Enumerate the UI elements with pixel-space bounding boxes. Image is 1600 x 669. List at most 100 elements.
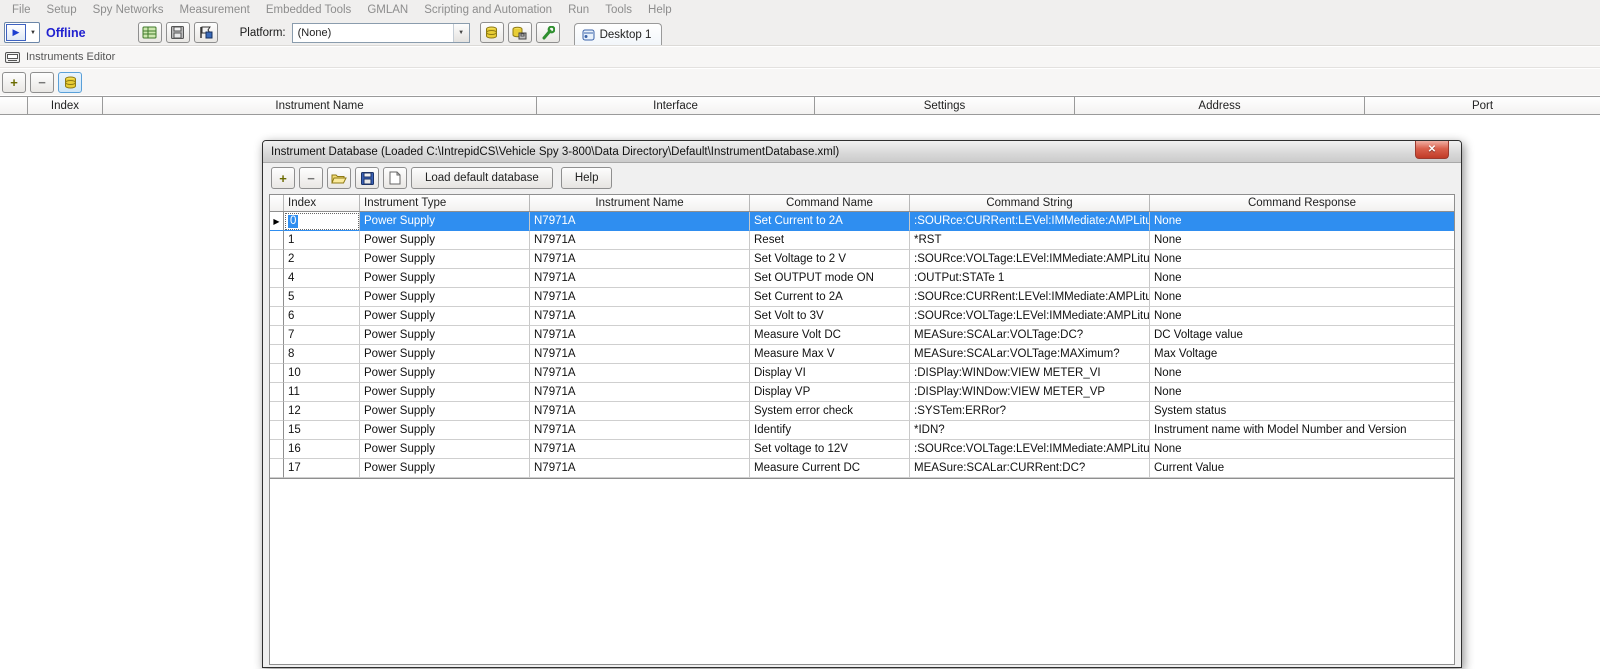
table-row[interactable]: ▶0Power SupplyN7971ASet Current to 2A:SO… xyxy=(270,212,1454,231)
options-button[interactable] xyxy=(536,22,560,43)
table-cell[interactable]: None xyxy=(1150,288,1454,307)
table-cell[interactable]: Set voltage to 12V xyxy=(750,440,910,459)
table-cell[interactable]: :DISPlay:WINDow:VIEW METER_VI xyxy=(910,364,1150,383)
table-cell[interactable]: N7971A xyxy=(530,307,750,326)
table-cell[interactable]: None xyxy=(1150,250,1454,269)
table-cell[interactable]: Set Current to 2A xyxy=(750,212,910,231)
table-cell[interactable]: Power Supply xyxy=(360,231,530,250)
table-row[interactable]: 4Power SupplyN7971ASet OUTPUT mode ON:OU… xyxy=(270,269,1454,288)
table-cell[interactable]: :DISPlay:WINDow:VIEW METER_VP xyxy=(910,383,1150,402)
table-cell[interactable]: Power Supply xyxy=(360,212,530,231)
header-command-string[interactable]: Command String xyxy=(910,195,1150,211)
table-row[interactable]: 7Power SupplyN7971AMeasure Volt DCMEASur… xyxy=(270,326,1454,345)
table-cell[interactable]: 8 xyxy=(284,345,360,364)
menu-setup[interactable]: Setup xyxy=(39,4,85,16)
table-cell[interactable]: DC Voltage value xyxy=(1150,326,1454,345)
close-button[interactable]: ✕ xyxy=(1415,141,1449,159)
table-cell[interactable]: N7971A xyxy=(530,440,750,459)
table-cell[interactable]: None xyxy=(1150,307,1454,326)
table-row[interactable]: 11Power SupplyN7971ADisplay VP:DISPlay:W… xyxy=(270,383,1454,402)
header-instrument-name[interactable]: Instrument Name xyxy=(103,97,537,114)
table-cell[interactable]: Power Supply xyxy=(360,364,530,383)
table-row[interactable]: 2Power SupplyN7971ASet Voltage to 2 V:SO… xyxy=(270,250,1454,269)
report-button[interactable] xyxy=(194,22,218,43)
table-cell[interactable]: Current Value xyxy=(1150,459,1454,478)
database-button[interactable] xyxy=(480,22,504,43)
table-cell[interactable]: :SYSTem:ERRor? xyxy=(910,402,1150,421)
table-cell[interactable]: Power Supply xyxy=(360,250,530,269)
table-cell[interactable]: 12 xyxy=(284,402,360,421)
table-cell[interactable]: Display VI xyxy=(750,364,910,383)
table-cell[interactable]: MEASure:SCALar:VOLTage:MAXimum? xyxy=(910,345,1150,364)
table-cell[interactable]: Measure Current DC xyxy=(750,459,910,478)
table-cell[interactable]: 7 xyxy=(284,326,360,345)
load-default-database-button[interactable]: Load default database xyxy=(411,167,553,189)
table-cell[interactable]: Set Voltage to 2 V xyxy=(750,250,910,269)
table-cell[interactable]: Max Voltage xyxy=(1150,345,1454,364)
table-cell[interactable]: N7971A xyxy=(530,459,750,478)
instrument-database-button[interactable] xyxy=(58,72,82,93)
table-cell[interactable]: 15 xyxy=(284,421,360,440)
table-cell[interactable]: None xyxy=(1150,364,1454,383)
table-cell[interactable]: 1 xyxy=(284,231,360,250)
table-row[interactable]: 10Power SupplyN7971ADisplay VI:DISPlay:W… xyxy=(270,364,1454,383)
table-cell[interactable]: Power Supply xyxy=(360,383,530,402)
table-cell[interactable]: MEASure:SCALar:VOLTage:DC? xyxy=(910,326,1150,345)
dropdown-caret-icon[interactable]: ▼ xyxy=(27,23,39,42)
table-cell[interactable]: N7971A xyxy=(530,364,750,383)
table-cell[interactable]: N7971A xyxy=(530,269,750,288)
menu-file[interactable]: File xyxy=(4,4,39,16)
table-row[interactable]: 16Power SupplyN7971ASet voltage to 12V:S… xyxy=(270,440,1454,459)
table-cell[interactable]: 17 xyxy=(284,459,360,478)
table-row[interactable]: 6Power SupplyN7971ASet Volt to 3V:SOURce… xyxy=(270,307,1454,326)
table-cell[interactable]: Power Supply xyxy=(360,269,530,288)
table-cell[interactable]: Instrument name with Model Number and Ve… xyxy=(1150,421,1454,440)
menu-scripting-automation[interactable]: Scripting and Automation xyxy=(416,4,560,16)
table-cell[interactable]: :SOURce:VOLTage:LEVel:IMMediate:AMPLitu xyxy=(910,250,1150,269)
menu-embedded-tools[interactable]: Embedded Tools xyxy=(258,4,359,16)
save-database-button[interactable] xyxy=(355,167,379,189)
table-cell[interactable]: Measure Volt DC xyxy=(750,326,910,345)
table-cell[interactable]: N7971A xyxy=(530,402,750,421)
menu-spy-networks[interactable]: Spy Networks xyxy=(85,4,172,16)
table-cell[interactable]: N7971A xyxy=(530,288,750,307)
table-cell[interactable]: Display VP xyxy=(750,383,910,402)
table-cell[interactable]: 16 xyxy=(284,440,360,459)
table-cell[interactable]: System error check xyxy=(750,402,910,421)
table-cell[interactable]: Power Supply xyxy=(360,307,530,326)
table-cell[interactable]: :SOURce:VOLTage:LEVel:IMMediate:AMPLitu xyxy=(910,440,1150,459)
table-cell[interactable]: N7971A xyxy=(530,383,750,402)
header-settings[interactable]: Settings xyxy=(815,97,1075,114)
database-save-button[interactable] xyxy=(508,22,532,43)
header-instrument-type[interactable]: Instrument Type xyxy=(360,195,530,211)
remove-command-button[interactable]: − xyxy=(299,167,323,189)
table-cell[interactable]: N7971A xyxy=(530,421,750,440)
table-cell[interactable]: 2 xyxy=(284,250,360,269)
table-cell[interactable]: Measure Max V xyxy=(750,345,910,364)
header-port[interactable]: Port xyxy=(1365,97,1600,114)
table-cell[interactable]: *RST xyxy=(910,231,1150,250)
tab-desktop-1[interactable]: Desktop 1 xyxy=(574,23,663,45)
table-cell[interactable]: N7971A xyxy=(530,345,750,364)
header-command-response[interactable]: Command Response xyxy=(1150,195,1454,211)
help-button[interactable]: Help xyxy=(561,167,613,189)
table-cell[interactable]: 0 xyxy=(284,212,360,231)
table-cell[interactable]: Power Supply xyxy=(360,421,530,440)
header-command-name[interactable]: Command Name xyxy=(750,195,910,211)
menu-help[interactable]: Help xyxy=(640,4,680,16)
add-button[interactable]: + xyxy=(2,72,26,93)
table-cell[interactable]: N7971A xyxy=(530,326,750,345)
table-cell[interactable]: :SOURce:CURRent:LEVel:IMMediate:AMPLitu xyxy=(910,288,1150,307)
table-cell[interactable]: 10 xyxy=(284,364,360,383)
table-cell[interactable]: System status xyxy=(1150,402,1454,421)
platform-select[interactable]: (None) ▼ xyxy=(292,23,470,43)
dialog-titlebar[interactable]: Instrument Database (Loaded C:\IntrepidC… xyxy=(263,141,1461,163)
table-cell[interactable]: None xyxy=(1150,212,1454,231)
remove-button[interactable]: − xyxy=(30,72,54,93)
table-cell[interactable]: Set Volt to 3V xyxy=(750,307,910,326)
table-cell[interactable]: Set OUTPUT mode ON xyxy=(750,269,910,288)
table-cell[interactable]: None xyxy=(1150,269,1454,288)
table-cell[interactable]: N7971A xyxy=(530,231,750,250)
table-cell[interactable]: :SOURce:CURRent:LEVel:IMMediate:AMPLitu xyxy=(910,212,1150,231)
table-row[interactable]: 12Power SupplyN7971ASystem error check:S… xyxy=(270,402,1454,421)
